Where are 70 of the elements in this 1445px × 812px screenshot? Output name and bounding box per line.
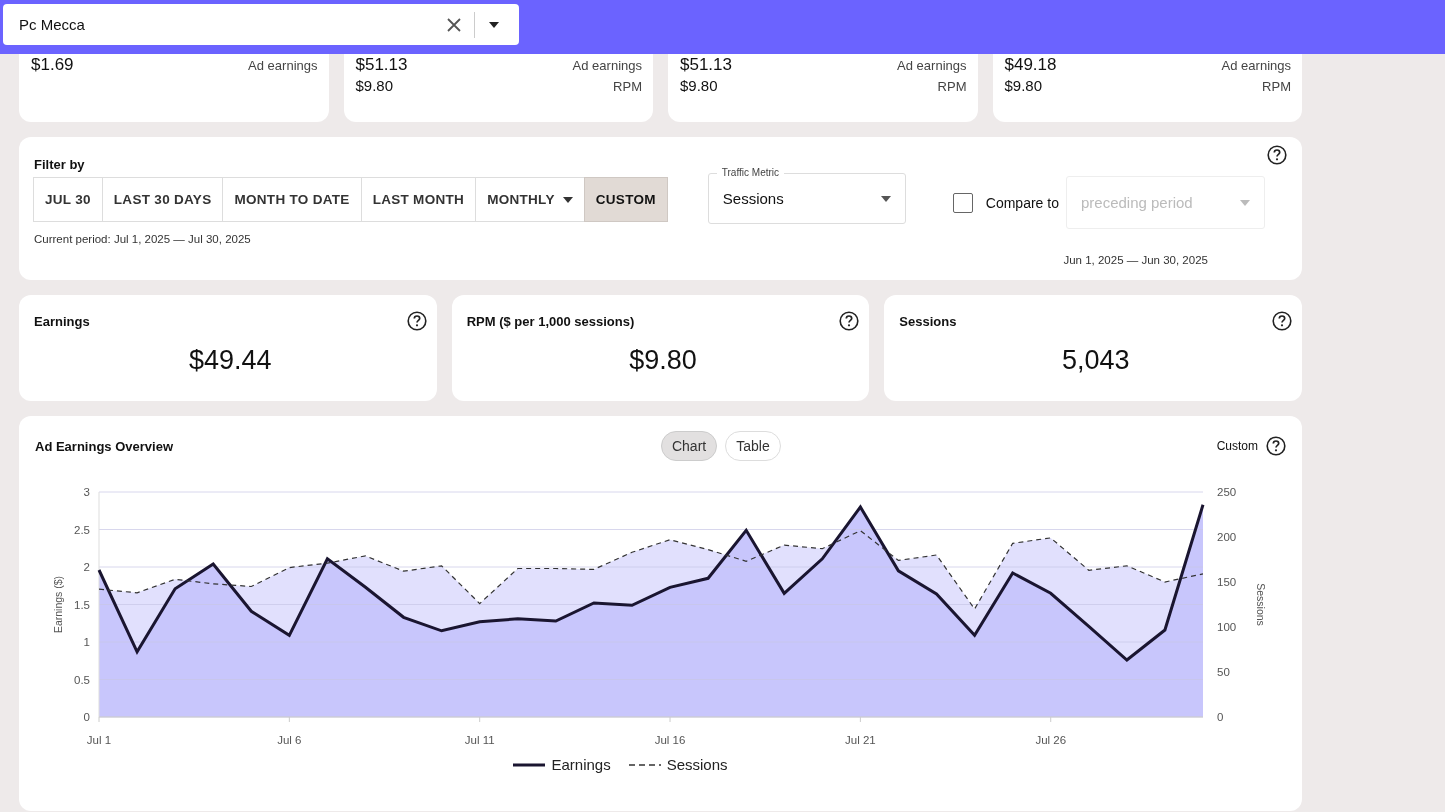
- y-axis-label: 100: [1217, 621, 1237, 633]
- stat-value: $51.13: [355, 55, 408, 75]
- legend-item: Earnings: [513, 756, 611, 773]
- x-axis-label: Jul 1: [86, 734, 112, 746]
- x-axis-label: Jul 26: [1035, 734, 1067, 746]
- caret-icon: [1239, 199, 1250, 206]
- stat-value: $49.18: [1004, 55, 1057, 75]
- x-axis-label: Jul 6: [277, 734, 302, 746]
- y-axis-label: 0.5: [74, 673, 90, 686]
- period-button[interactable]: MONTH TO DATE: [222, 177, 362, 222]
- view-tab[interactable]: Chart: [660, 431, 718, 461]
- stat-value: $51.13: [680, 55, 732, 75]
- site-selector[interactable]: Pc Mecca: [3, 4, 519, 45]
- field-label: Traffic Metric: [716, 167, 785, 179]
- y-axis-label: 1.5: [74, 598, 90, 611]
- range-label: Custom: [1216, 439, 1258, 453]
- period-button[interactable]: LAST MONTH: [360, 177, 477, 222]
- x-axis-label: Jul 16: [654, 734, 686, 746]
- y-axis-label: 0: [83, 711, 90, 723]
- caret-icon: [880, 195, 891, 202]
- y-axis-label: 250: [1217, 486, 1237, 498]
- help-icon[interactable]: [1267, 145, 1287, 165]
- metric-value: 5,043: [1060, 345, 1131, 376]
- filter-title: Filter by: [34, 157, 86, 172]
- caret-icon[interactable]: [489, 21, 499, 28]
- help-icon[interactable]: [839, 311, 860, 331]
- help-icon[interactable]: [1266, 436, 1286, 456]
- stat-label: Ad earnings: [248, 58, 318, 73]
- metric-value: $49.44: [188, 345, 273, 376]
- stat-label: RPM: [937, 79, 967, 94]
- metric-title: Earnings: [34, 313, 90, 329]
- metric-value: $9.80: [628, 345, 698, 376]
- stat-label: Ad earnings: [897, 58, 967, 73]
- y-axis-label: 150: [1217, 576, 1237, 588]
- stat-value: $9.80: [355, 77, 394, 94]
- help-icon[interactable]: [406, 311, 427, 331]
- stat-value: $9.80: [680, 77, 718, 94]
- y-axis-label: 0: [1217, 711, 1224, 723]
- metric-title: RPM ($ per 1,000 sessions): [466, 313, 635, 329]
- clear-icon[interactable]: [446, 16, 462, 33]
- x-axis-label: Jul 11: [464, 734, 495, 746]
- y-axis-title: Earnings ($): [52, 575, 64, 634]
- y-axis-title: Sessions: [1255, 583, 1267, 626]
- y-axis-label: 2: [83, 561, 90, 573]
- period-button[interactable]: JUL 30: [33, 177, 103, 222]
- stat-label: RPM: [1262, 79, 1291, 94]
- site-name: Pc Mecca: [19, 16, 86, 33]
- stat-label: Ad earnings: [1221, 58, 1291, 73]
- metric-title: Sessions: [899, 313, 957, 329]
- y-axis-label: 200: [1217, 531, 1237, 543]
- stat-label: RPM: [613, 79, 642, 94]
- compare-label: Compare to: [985, 194, 1059, 211]
- y-axis-label: 3: [83, 486, 90, 498]
- stat-value: $1.69: [31, 55, 74, 75]
- stat-label: Ad earnings: [572, 58, 642, 73]
- view-tab[interactable]: Table: [725, 431, 781, 461]
- legend-item: Sessions: [628, 756, 728, 773]
- y-axis-label: 2.5: [74, 523, 90, 536]
- period-button[interactable]: MONTHLY: [475, 177, 585, 222]
- period-button[interactable]: LAST 30 DAYS: [101, 177, 224, 222]
- period-button[interactable]: CUSTOM: [583, 177, 668, 222]
- x-axis-label: Jul 21: [845, 734, 876, 746]
- compare-checkbox[interactable]: [952, 192, 973, 213]
- y-axis-label: 50: [1217, 666, 1230, 678]
- y-axis-label: 1: [83, 636, 90, 648]
- compare-period: Jun 1, 2025 — Jun 30, 2025: [1063, 254, 1208, 266]
- stat-value: $9.80: [1004, 77, 1043, 94]
- chart-title: Ad Earnings Overview: [35, 438, 174, 454]
- help-icon[interactable]: [1272, 311, 1292, 331]
- current-period: Current period: Jul 1, 2025 — Jul 30, 2025: [34, 233, 252, 245]
